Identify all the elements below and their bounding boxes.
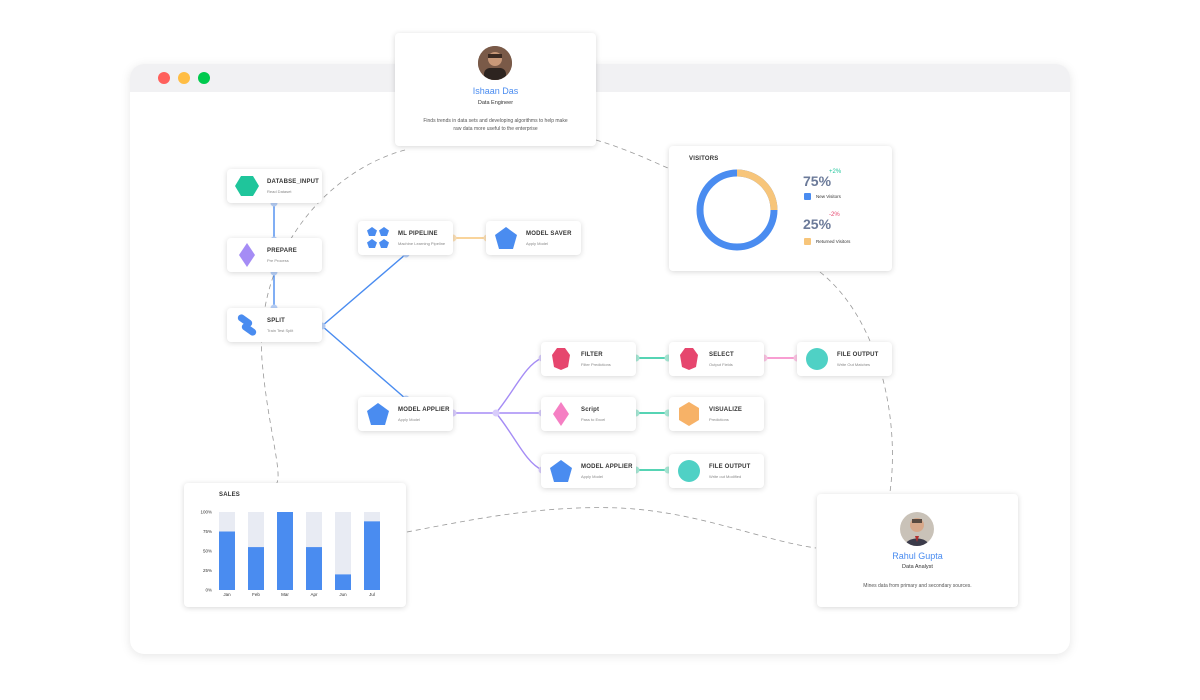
- node-database-input[interactable]: DATABSE_INPUT Read Dataset: [227, 169, 322, 203]
- node-title: Script: [581, 407, 600, 413]
- node-subtitle: Filter Predictions: [581, 362, 611, 367]
- node-split[interactable]: SPLIT Train Test Split: [227, 308, 322, 342]
- diamond-icon: [553, 402, 569, 426]
- close-window-button[interactable]: [158, 72, 170, 84]
- y-tick-label: 25%: [203, 568, 212, 573]
- profile-role: Data Engineer: [477, 100, 514, 106]
- node-title: MODEL SAVER: [526, 231, 572, 237]
- node-subtitle: Read Dataset: [267, 189, 292, 194]
- visitors-card: VISITORS 75% +2% New Visitors 25% -2% Re…: [669, 146, 892, 271]
- hexagon-icon: [235, 176, 259, 196]
- returned-visitors-percent: 25%: [803, 216, 832, 232]
- new-visitors-percent: 75%: [803, 173, 832, 189]
- octagon-icon: [680, 348, 698, 370]
- avatar: [478, 46, 512, 80]
- avatar: [900, 512, 934, 546]
- profile-description: Finds trends in data sets and developing…: [423, 118, 568, 132]
- circle-icon: [806, 348, 828, 370]
- node-title: SELECT: [709, 352, 734, 358]
- node-subtitle: Apply Model: [526, 241, 549, 246]
- x-tick-label: Mar: [281, 592, 289, 597]
- node-subtitle: Pass to Excel: [581, 417, 606, 422]
- x-tick-label: Jul: [369, 592, 375, 597]
- new-visitors-delta: +2%: [829, 169, 842, 175]
- node-subtitle: Write out Modified: [709, 474, 742, 479]
- x-tick-label: Jun: [339, 592, 347, 597]
- node-title: DATABSE_INPUT: [267, 179, 320, 185]
- sales-chart: 0% 25% 50% 75% 100% Jan Feb Mar Apr Jun Jul: [200, 510, 380, 597]
- x-tick-label: Feb: [252, 592, 260, 597]
- node-select[interactable]: SELECT Output Fields: [669, 342, 764, 376]
- pentagons-icon: [367, 227, 389, 248]
- returned-visitors-legend-swatch: [804, 238, 811, 245]
- node-title: SPLIT: [267, 318, 286, 324]
- node-title: ML PIPELINE: [398, 231, 438, 237]
- new-visitors-legend-swatch: [804, 193, 811, 200]
- title-bar: [130, 64, 1070, 92]
- node-model-saver[interactable]: MODEL SAVER Apply Model: [486, 221, 581, 255]
- y-tick-label: 100%: [200, 510, 212, 515]
- node-title: PREPARE: [267, 248, 297, 254]
- circle-icon: [678, 460, 700, 482]
- node-subtitle: Apply Model: [398, 417, 421, 422]
- node-file-output-matches[interactable]: FILE OUTPUT Write Out Matches: [797, 342, 892, 376]
- hexagon-icon: [679, 402, 699, 426]
- octagon-icon: [552, 348, 570, 370]
- visitors-donut: [696, 169, 778, 251]
- bar-jun[interactable]: [335, 574, 351, 590]
- pentagon-icon: [495, 227, 517, 249]
- maximize-window-button[interactable]: [198, 72, 210, 84]
- node-title: FILE OUTPUT: [837, 352, 879, 358]
- node-visualize[interactable]: VISUALIZE Predictions: [669, 397, 764, 431]
- profile-card-rahul[interactable]: Rahul Gupta Data Analyst Mines data from…: [817, 494, 1018, 607]
- returned-visitors-label: Returned Visitors: [816, 239, 851, 244]
- node-model-applier-secondary[interactable]: MODEL APPLIER Apply Model: [541, 454, 636, 488]
- node-filter[interactable]: FILTER Filter Predictions: [541, 342, 636, 376]
- profile-name: Ishaan Das: [472, 86, 519, 96]
- node-title: FILTER: [581, 352, 603, 358]
- node-subtitle: Output Fields: [709, 362, 733, 367]
- diamond-icon: [239, 243, 255, 267]
- node-title: MODEL APPLIER: [581, 464, 633, 470]
- pills-icon: [237, 314, 257, 336]
- node-subtitle: Train Test Split: [267, 328, 294, 333]
- node-subtitle: Pre Process: [267, 258, 289, 263]
- profile-role: Data Analyst: [902, 564, 933, 570]
- sales-card: SALES 0% 25% 50% 75% 100% Jan Feb Mar Apr Jun Jul: [184, 483, 406, 607]
- new-visitors-label: New Visitors: [816, 194, 841, 199]
- profile-card-ishaan[interactable]: Ishaan Das Data Engineer Finds trends in…: [395, 33, 596, 146]
- node-subtitle: Predictions: [709, 417, 729, 422]
- node-script[interactable]: Script Pass to Excel: [541, 397, 636, 431]
- y-tick-label: 50%: [203, 549, 212, 554]
- node-subtitle: Apply Model: [581, 474, 604, 479]
- x-tick-label: Jan: [223, 592, 231, 597]
- node-prepare[interactable]: PREPARE Pre Process: [227, 238, 322, 272]
- visitors-title: VISITORS: [689, 156, 719, 162]
- y-tick-label: 0%: [205, 588, 212, 593]
- bar-jul[interactable]: [364, 521, 380, 590]
- y-tick-label: 75%: [203, 529, 212, 534]
- minimize-window-button[interactable]: [178, 72, 190, 84]
- pentagon-icon: [550, 460, 572, 482]
- node-subtitle: Machine Learning Pipeline: [398, 241, 446, 246]
- node-subtitle: Write Out Matches: [837, 362, 871, 367]
- node-model-applier[interactable]: MODEL APPLIER Apply Model: [358, 397, 453, 431]
- x-tick-label: Apr: [310, 592, 318, 597]
- node-file-output-modified[interactable]: FILE OUTPUT Write out Modified: [669, 454, 764, 488]
- profile-name: Rahul Gupta: [892, 551, 943, 561]
- node-title: VISUALIZE: [709, 407, 743, 413]
- bar-apr[interactable]: [306, 547, 322, 590]
- node-title: FILE OUTPUT: [709, 464, 751, 470]
- bar-jan[interactable]: [219, 531, 235, 591]
- profile-description: Mines data from primary and secondary so…: [863, 583, 972, 589]
- returned-visitors-delta: -2%: [829, 212, 840, 218]
- node-title: MODEL APPLIER: [398, 407, 450, 413]
- pentagon-icon: [367, 403, 389, 425]
- node-ml-pipeline[interactable]: ML PIPELINE Machine Learning Pipeline: [358, 221, 453, 255]
- bar-mar[interactable]: [277, 512, 293, 590]
- bar-feb[interactable]: [248, 547, 264, 590]
